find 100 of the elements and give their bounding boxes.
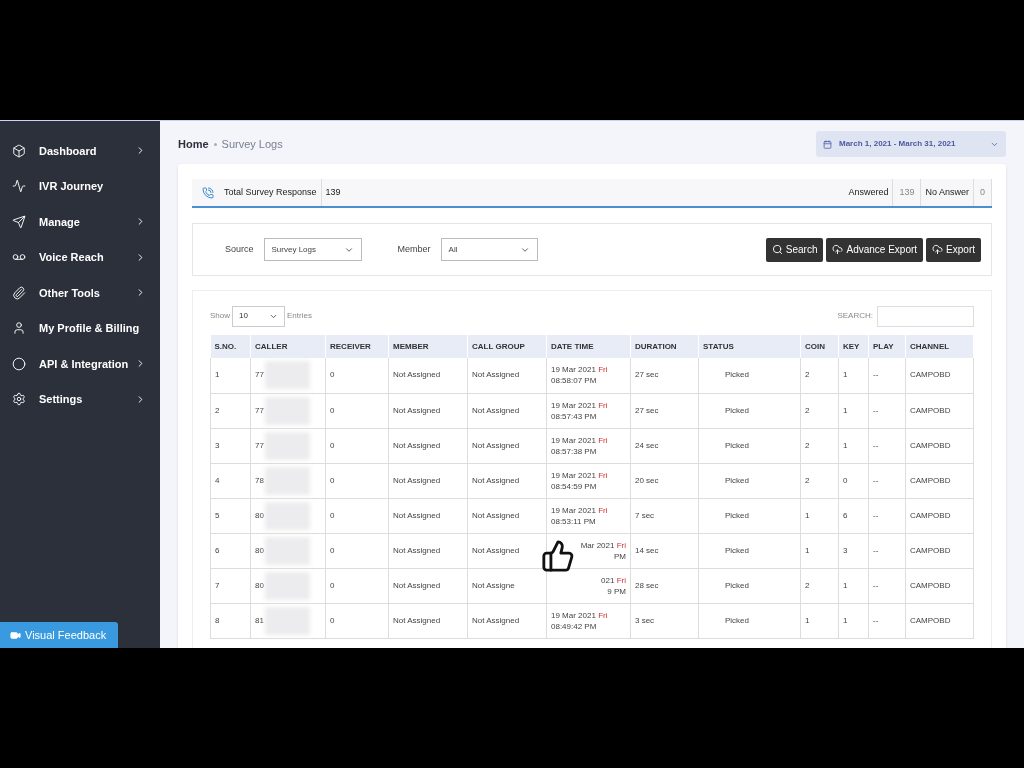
stat-label: Answered	[844, 179, 894, 206]
table-cell: Not Assigned	[388, 498, 468, 533]
sidebar-item[interactable]: IVR Journey	[0, 168, 160, 204]
table-cell: CAMPOBD	[905, 603, 974, 638]
table-cell: 1	[800, 498, 839, 533]
column-header: DURATION	[630, 335, 699, 358]
entries-label: Entries	[287, 310, 312, 322]
table-cell: 28 sec	[630, 568, 699, 603]
weekday-text: Fri	[598, 400, 608, 410]
weekday-text: Fri	[598, 470, 608, 480]
table-cell: Not Assigned	[388, 603, 468, 638]
table-cell: 80	[255, 579, 264, 592]
table-cell: 20 sec	[630, 463, 699, 498]
phone-icon	[202, 186, 214, 199]
column-header: DATE TIME	[546, 335, 631, 358]
sidebar-item[interactable]: Dashboard	[0, 133, 160, 169]
table-cell: Picked	[698, 603, 801, 638]
time-text: 08:57:38 PM	[551, 445, 598, 457]
table-cell: 77	[255, 404, 264, 417]
sidebar-item[interactable]: Settings	[0, 381, 160, 417]
time-text: 08:58:07 PM	[551, 375, 598, 387]
stat-value: 0	[974, 179, 992, 206]
action-button[interactable]: Search	[765, 237, 824, 262]
page-size-select[interactable]: 10	[232, 305, 285, 327]
table-cell: CAMPOBD	[905, 498, 974, 533]
date-text: 19 Mar 2021	[551, 400, 596, 410]
column-header: PLAY	[868, 335, 906, 358]
table-cell: CAMPOBD	[905, 358, 974, 393]
table-cell: 3	[838, 533, 869, 568]
show-label: Show	[210, 310, 230, 322]
table-cell: 1	[838, 358, 869, 393]
table-cell: --	[868, 428, 906, 463]
table-cell: 7 sec	[630, 498, 699, 533]
table-cell: Not Assigned	[388, 533, 468, 568]
table-cell: Not Assigned	[388, 393, 468, 428]
search-field[interactable]	[877, 305, 974, 327]
table-cell: 7	[210, 568, 251, 603]
paperclip-icon	[12, 285, 26, 300]
column-header: CALL GROUP	[467, 335, 547, 358]
table-cell: Not Assigned	[467, 428, 547, 463]
table-cell: 0	[325, 428, 389, 463]
cloud-icon	[932, 244, 944, 255]
table-cell: Picked	[698, 393, 801, 428]
table-cell: Not Assigned	[467, 358, 547, 393]
table-cell: 1	[800, 533, 839, 568]
weekday-text: Fri	[598, 365, 608, 375]
breadcrumb-link[interactable]: Home	[178, 135, 209, 153]
source-select[interactable]: Survey Logs	[263, 238, 362, 261]
table-cell: 80	[255, 509, 264, 522]
sidebar-item[interactable]: Other Tools	[0, 275, 160, 311]
settings-icon	[12, 392, 26, 407]
table-cell: Not Assigned	[388, 568, 468, 603]
date-text: Mar 2021	[580, 540, 615, 550]
time-text: 08:54:59 PM	[551, 480, 598, 492]
video-camera-icon	[10, 629, 21, 641]
table-cell: CAMPOBD	[905, 428, 974, 463]
table-cell: 3 sec	[630, 603, 699, 638]
table-cell: Picked	[698, 568, 801, 603]
column-header: KEY	[838, 335, 869, 358]
column-header: S.NO.	[210, 335, 251, 358]
table-cell: 6	[838, 498, 869, 533]
stat-value: 139	[893, 179, 922, 206]
breadcrumb-current: Survey Logs	[221, 136, 283, 152]
table-cell: 77	[255, 369, 264, 382]
time-text: 08:53:11 PM	[551, 515, 597, 527]
weekday-text: Fri	[616, 575, 626, 585]
date-text: 19 Mar 2021	[551, 435, 596, 445]
table-cell: 2	[800, 358, 839, 393]
table-cell: 2	[800, 463, 839, 498]
table-cell: 2	[800, 568, 839, 603]
table-cell: 77	[255, 439, 264, 452]
search-icon	[771, 244, 783, 255]
sidebar-item[interactable]: Manage	[0, 204, 160, 240]
table-cell: --	[868, 603, 906, 638]
date-range-picker[interactable]: March 1, 2021 - March 31, 2021	[816, 131, 1006, 157]
table-cell: CAMPOBD	[905, 533, 974, 568]
chevron-icon	[135, 251, 146, 263]
date-text: 19 Mar 2021	[551, 365, 596, 375]
time-text: 08:57:43 PM	[551, 410, 598, 422]
table-cell: 0	[325, 393, 389, 428]
table-cell: 27 sec	[630, 358, 699, 393]
sidebar-item[interactable]: Voice Reach	[0, 239, 160, 275]
table-cell: 8	[210, 603, 251, 638]
action-button[interactable]: Advance Export	[826, 237, 924, 262]
sidebar-item[interactable]: My Profile & Billing	[0, 310, 160, 346]
action-button[interactable]: Export	[926, 237, 981, 262]
member-select[interactable]: All	[440, 238, 538, 261]
user-icon	[12, 321, 26, 336]
table-cell: 2	[210, 393, 251, 428]
summary-value: 139	[324, 185, 342, 199]
weekday-text: Fri	[598, 505, 608, 515]
table-cell: Not Assigned	[388, 463, 468, 498]
weekday-text: Fri	[598, 435, 608, 445]
table-cell: Picked	[698, 533, 801, 568]
table-cell: 78	[255, 474, 264, 487]
table-cell: Not Assigned	[388, 358, 468, 393]
table-cell: Picked	[698, 358, 801, 393]
table-cell: --	[868, 358, 906, 393]
sidebar-item[interactable]: API & Integration	[0, 346, 160, 382]
search-label: SEARCH:	[837, 310, 873, 322]
